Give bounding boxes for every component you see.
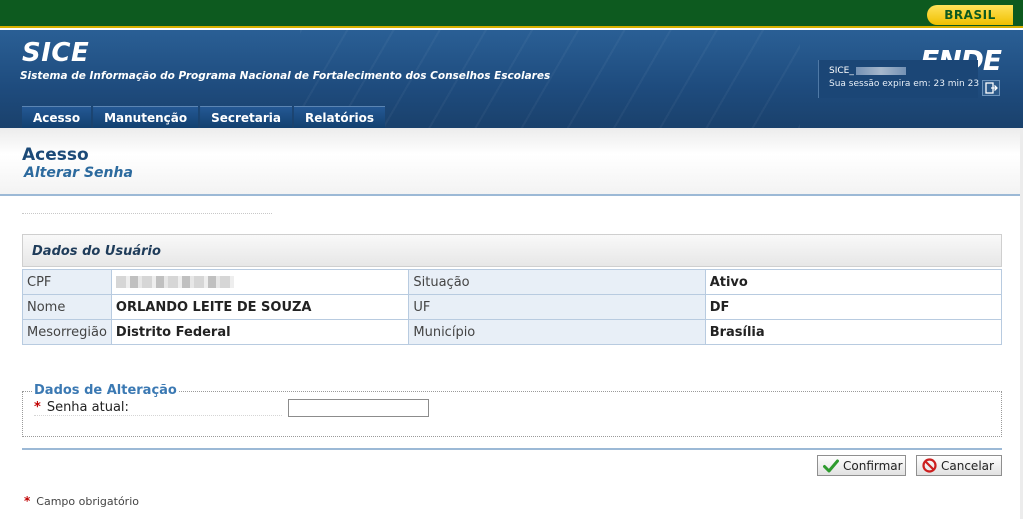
required-footnote: * Campo obrigatório — [24, 494, 139, 508]
checkmark-icon — [823, 459, 839, 473]
cancel-button-label: Cancelar — [941, 458, 994, 473]
table-row: Mesorregião Distrito Federal Município B… — [22, 319, 1003, 345]
municipio-label: Município — [408, 319, 706, 345]
situacao-label: Situação — [408, 269, 706, 295]
table-row: Nome ORLANDO LEITE DE SOUZA UF DF — [22, 294, 1003, 320]
required-mark: * — [24, 494, 31, 508]
municipio-value: Brasília — [704, 319, 1003, 345]
senha-atual-row: * Senha atual: — [34, 400, 282, 416]
cpf-value — [110, 269, 410, 295]
cpf-redacted — [115, 276, 234, 288]
main-nav: Acesso Manutenção Secretaria Relatórios — [22, 106, 387, 128]
confirm-button[interactable]: Confirmar — [817, 455, 906, 476]
uf-value: DF — [704, 294, 1003, 320]
app-title: SICE — [22, 38, 90, 68]
cpf-label: CPF — [22, 269, 112, 295]
nome-label: Nome — [22, 294, 112, 320]
user-data-section-header: Dados do Usuário — [22, 234, 1002, 267]
mesorregiao-label: Mesorregião — [22, 319, 112, 345]
nav-tab-acesso[interactable]: Acesso — [22, 106, 92, 128]
form-bottom-divider — [22, 448, 1002, 450]
confirm-button-label: Confirmar — [843, 458, 903, 473]
cancel-icon — [922, 458, 937, 473]
nome-value: ORLANDO LEITE DE SOUZA — [110, 294, 410, 320]
required-mark: * — [34, 400, 41, 415]
mesorregiao-value: Distrito Federal — [110, 319, 410, 345]
nav-tab-secretaria[interactable]: Secretaria — [200, 106, 292, 128]
table-row: CPF Situação Ativo — [22, 269, 1003, 295]
session-user-redacted — [855, 67, 906, 75]
nav-tab-relatorios[interactable]: Relatórios — [294, 106, 385, 128]
change-data-legend: Dados de Alteração — [32, 383, 179, 398]
required-footnote-text: Campo obrigatório — [36, 494, 139, 508]
session-expire-text: Sua sessão expira em: 23 min 23 — [829, 79, 980, 89]
page-subtitle: Alterar Senha — [24, 165, 133, 181]
user-data-section-title: Dados do Usuário — [32, 244, 161, 259]
nav-tab-manutencao[interactable]: Manutenção — [93, 106, 199, 128]
session-user: SICE_ — [829, 66, 968, 76]
divider — [22, 213, 272, 214]
brasil-logo[interactable]: BRASIL — [927, 5, 1013, 25]
senha-atual-label: Senha atual: — [46, 400, 129, 415]
app-subtitle: Sistema de Informação do Programa Nacion… — [20, 70, 551, 82]
user-data-table: CPF Situação Ativo Nome ORLANDO LEITE DE… — [22, 269, 1003, 345]
session-user-prefix: SICE_ — [829, 66, 854, 76]
senha-atual-label-wrap: * Senha atual: — [34, 400, 282, 416]
situacao-value: Ativo — [704, 269, 1003, 295]
session-info: SICE_ Sua sessão expira em: 23 min 23 — [818, 60, 980, 98]
logout-icon[interactable] — [982, 80, 1000, 96]
page-title-area: Acesso Alterar Senha — [0, 128, 1023, 196]
government-bar: BRASIL — [0, 0, 1023, 28]
cancel-button[interactable]: Cancelar — [916, 455, 1002, 476]
uf-label: UF — [408, 294, 706, 320]
page-title: Acesso — [22, 145, 89, 165]
senha-atual-input[interactable] — [288, 399, 429, 417]
